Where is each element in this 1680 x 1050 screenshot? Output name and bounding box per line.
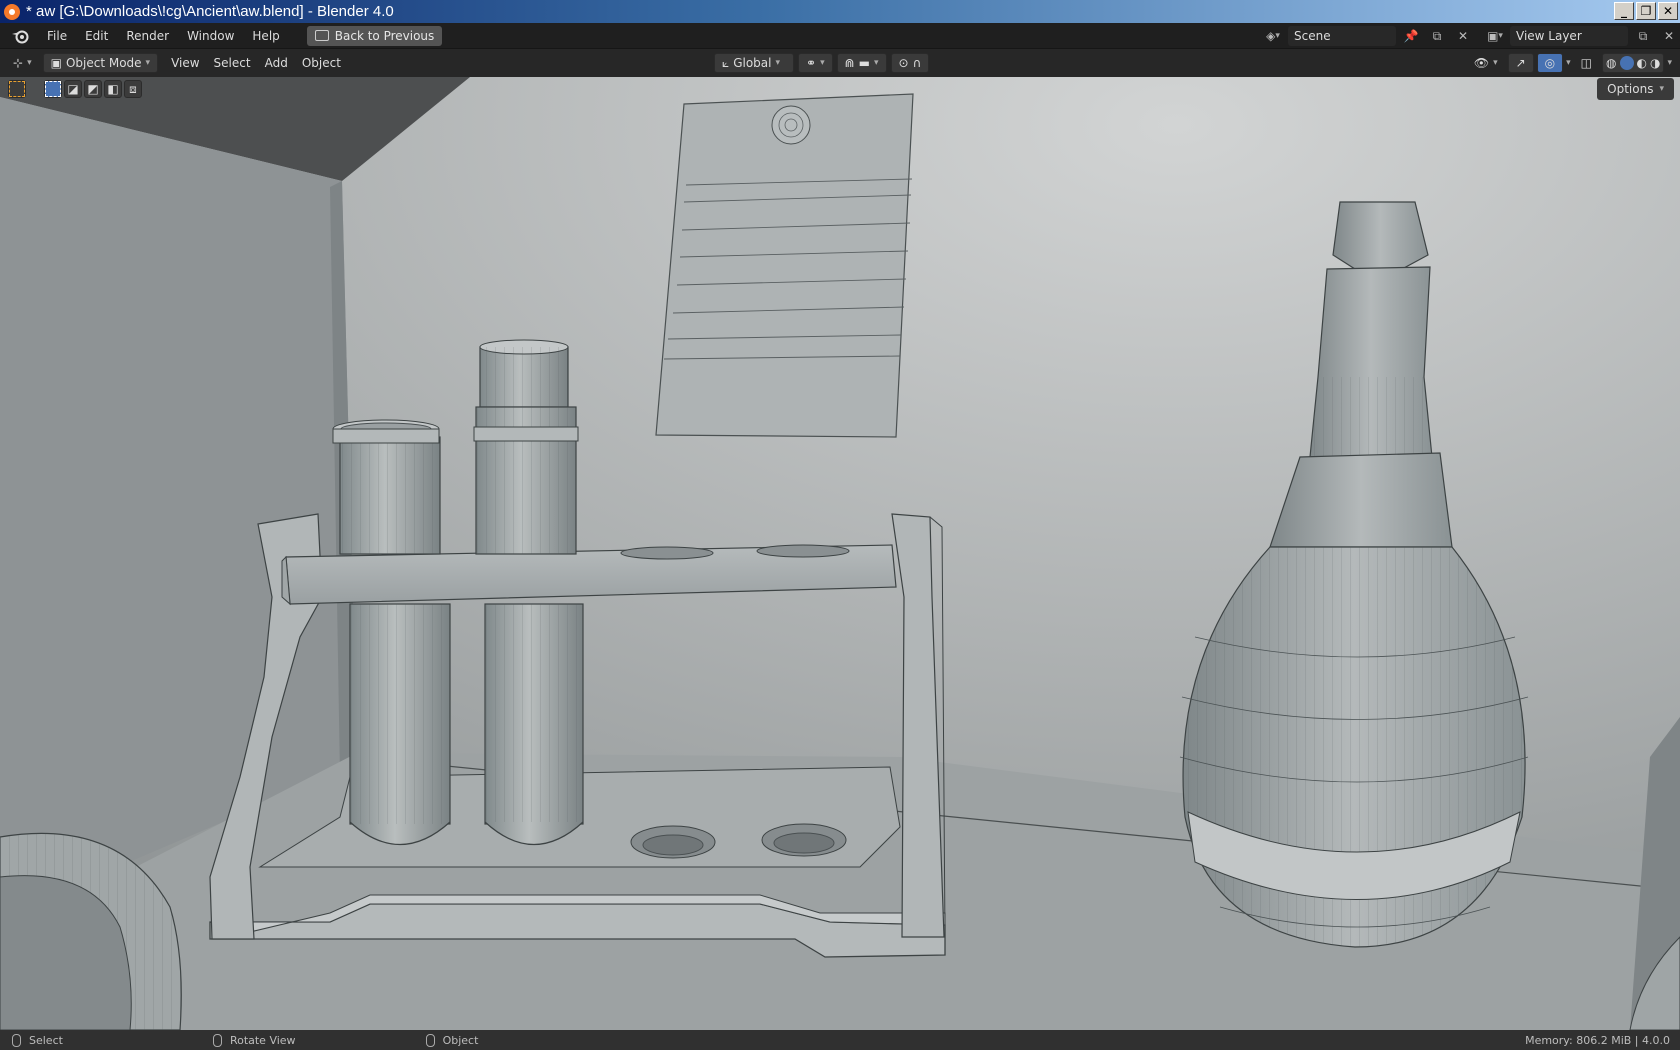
window-title: * aw [G:\Downloads\!cg\Ancient\aw.blend]… [26, 3, 394, 20]
status-middle-label: Rotate View [229, 1033, 296, 1047]
chevron-down-icon: ▾ [1659, 84, 1664, 94]
menu-select[interactable]: Select [207, 53, 258, 73]
selection-mode-subtract[interactable]: ◩ [84, 80, 102, 98]
select-subtract-icon: ◩ [87, 82, 99, 96]
material-shading-icon[interactable]: ◐ [1637, 56, 1647, 70]
status-right-label: Object [442, 1033, 479, 1047]
options-label: Options [1607, 82, 1654, 96]
orientation-axes-icon: ⟀ [722, 55, 730, 70]
falloff-icon: ∩ [912, 56, 922, 70]
memory-info: Memory: 806.2 MiB | 4.0.0 [1525, 1033, 1670, 1047]
overlays-chevron-icon[interactable]: ▾ [1566, 58, 1571, 68]
delete-view-layer-icon[interactable]: ✕ [1658, 26, 1680, 46]
selection-mode-invert[interactable]: ◧ [104, 80, 122, 98]
status-bar: Select Rotate View Object Memory: 806.2 … [0, 1030, 1680, 1050]
selection-mode-new[interactable] [44, 80, 62, 98]
new-view-layer-icon[interactable]: ⧉ [1632, 26, 1654, 46]
status-middle-click: Rotate View [212, 1033, 296, 1047]
visibility-selector[interactable]: 👁 ▾ [1467, 53, 1505, 73]
xray-icon: ◫ [1580, 56, 1593, 70]
select-extend-icon: ◪ [67, 82, 79, 96]
rendered-shading-icon[interactable]: ◑ [1650, 56, 1660, 70]
selection-mode-extend[interactable]: ◪ [64, 80, 82, 98]
menu-edit[interactable]: Edit [76, 26, 117, 46]
snap-increment-icon: ▬ [858, 56, 870, 70]
blender-app-icon [4, 3, 20, 20]
pivot-point-selector[interactable]: ⚭ ▾ [798, 53, 833, 73]
viewport-scene [0, 77, 1680, 1030]
minimize-button[interactable]: _ [1614, 2, 1634, 20]
view-layer-field[interactable]: View Layer [1510, 26, 1628, 46]
screen-back-icon [314, 30, 329, 41]
view-layer-name: View Layer [1516, 29, 1582, 43]
select-intersect-icon: ⧈ [129, 81, 137, 96]
menu-file[interactable]: File [38, 26, 76, 46]
gizmo-icon: ↗ [1515, 56, 1526, 70]
proportional-editing-selector[interactable]: ⊙ ∩ [890, 53, 930, 73]
new-scene-icon[interactable]: ⧉ [1426, 26, 1448, 46]
scene-browse-icon[interactable]: ◈ ▾ [1262, 26, 1284, 46]
restore-button[interactable]: ❐ [1636, 2, 1656, 20]
options-dropdown[interactable]: Options ▾ [1597, 78, 1674, 100]
back-to-previous-label: Back to Previous [334, 28, 435, 43]
mode-selector[interactable]: ▣ Object Mode ▾ [42, 53, 159, 73]
blender-topbar: File Edit Render Window Help Back to Pre… [0, 23, 1680, 49]
menu-render[interactable]: Render [117, 26, 178, 46]
orientation-label: Global [733, 56, 772, 70]
tool-header-row: ◪ ◩ ◧ ⧈ [8, 80, 142, 98]
transform-orientation-selector[interactable]: ⟀ Global ▾ [714, 53, 794, 73]
mode-label: Object Mode [65, 56, 142, 70]
select-new-icon [45, 81, 61, 97]
editor-type-button[interactable]: ⊹ ▾ [6, 53, 39, 73]
eye-icon: 👁 [1473, 56, 1490, 70]
3d-viewport-icon: ⊹ [13, 56, 24, 70]
mouse-right-icon [425, 1033, 435, 1047]
3d-viewport[interactable] [0, 77, 1680, 1030]
menu-add[interactable]: Add [258, 53, 295, 73]
pivot-icon: ⚭ [806, 56, 817, 70]
menu-help[interactable]: Help [243, 26, 288, 46]
shading-mode-group: ◍ ◐ ◑ [1602, 53, 1665, 73]
shading-chevron-icon[interactable]: ▾ [1667, 58, 1672, 68]
proportional-editing-icon: ⊙ [898, 56, 909, 70]
selection-mode-group: ◪ ◩ ◧ ⧈ [44, 80, 142, 98]
overlays-toggle[interactable]: ◎ [1536, 53, 1564, 73]
solid-shading-icon[interactable] [1619, 56, 1634, 70]
status-left-click: Select [12, 1033, 63, 1047]
chevron-down-icon: ▾ [775, 58, 781, 68]
blender-logo-icon[interactable] [10, 26, 30, 46]
gizmo-toggle[interactable]: ↗ [1507, 53, 1534, 73]
object-mode-icon: ▣ [50, 56, 62, 70]
pin-icon[interactable]: 📌 [1400, 26, 1422, 46]
window-titlebar: * aw [G:\Downloads\!cg\Ancient\aw.blend]… [0, 0, 1680, 23]
wireframe-shading-icon[interactable]: ◍ [1606, 56, 1616, 70]
menu-object[interactable]: Object [295, 53, 348, 73]
delete-scene-icon[interactable]: ✕ [1452, 26, 1474, 46]
mouse-middle-icon [212, 1033, 222, 1047]
magnet-icon: ⋒ [844, 56, 855, 70]
status-right-click: Object [425, 1033, 479, 1047]
snap-selector[interactable]: ⋒ ▬ ▾ [836, 53, 887, 73]
pinned-note[interactable] [655, 93, 914, 438]
chevron-down-icon: ▾ [145, 58, 151, 68]
back-to-previous-button[interactable]: Back to Previous [306, 25, 443, 46]
menu-view[interactable]: View [164, 53, 206, 73]
close-button[interactable]: ✕ [1658, 2, 1678, 20]
selection-mode-intersect[interactable]: ⧈ [124, 80, 142, 98]
menu-window[interactable]: Window [178, 26, 243, 46]
scene-name: Scene [1294, 29, 1331, 43]
mouse-left-icon [12, 1033, 21, 1047]
status-left-label: Select [29, 1033, 63, 1047]
viewport-header: ⊹ ▾ ▣ Object Mode ▾ View Select Add Objec… [0, 49, 1680, 77]
overlays-icon: ◎ [1544, 56, 1556, 70]
select-invert-icon: ◧ [107, 82, 119, 96]
scene-name-field[interactable]: Scene [1288, 26, 1396, 46]
xray-toggle[interactable]: ◫ [1574, 53, 1599, 73]
select-box-tool-icon [9, 81, 25, 97]
active-tool-button[interactable] [8, 80, 26, 98]
test-tube-left[interactable] [332, 419, 451, 846]
view-layer-browse-icon[interactable]: ▣ ▾ [1484, 26, 1506, 46]
